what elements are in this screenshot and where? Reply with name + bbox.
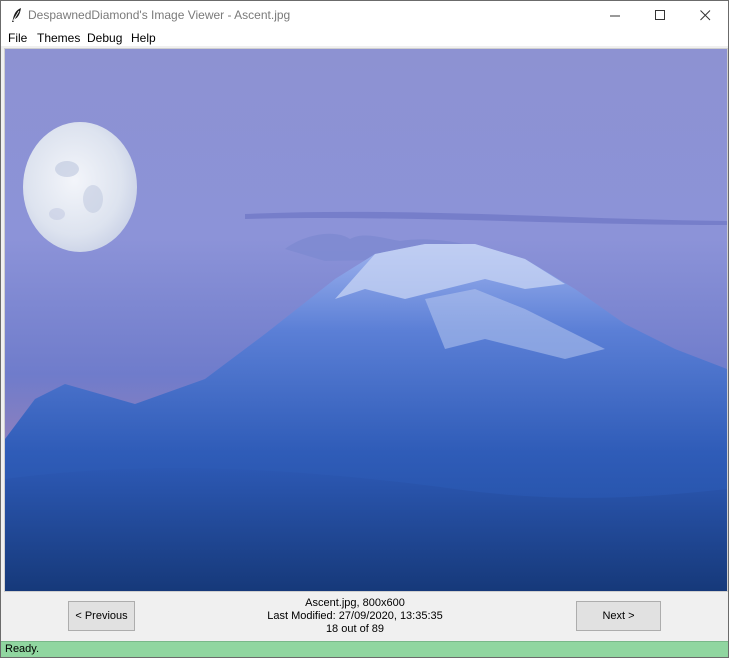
close-button[interactable]: [683, 1, 728, 30]
feather-icon: [12, 8, 21, 22]
window-title: DespawnedDiamond's Image Viewer - Ascent…: [28, 8, 291, 22]
close-icon: [700, 10, 711, 21]
image-info: Ascent.jpg, 800x600 Last Modified: 27/09…: [231, 597, 479, 636]
position-info-line: 18 out of 89: [325, 623, 385, 635]
image-viewport: [4, 48, 728, 592]
next-button[interactable]: Next >: [576, 601, 661, 631]
status-text: Ready.: [5, 643, 40, 655]
menu-debug[interactable]: Debug: [87, 31, 122, 45]
title-bar[interactable]: DespawnedDiamond's Image Viewer - Ascent…: [1, 1, 728, 30]
modified-info-line: Last Modified: 27/09/2020, 13:35:35: [267, 610, 443, 622]
status-bar: Ready.: [1, 641, 728, 657]
mountain-photo: [5, 49, 727, 591]
menu-file[interactable]: File: [8, 31, 27, 45]
file-info-line: Ascent.jpg, 800x600: [305, 597, 405, 609]
navigation-panel: < Previous Ascent.jpg, 800x600 Last Modi…: [1, 592, 728, 640]
minimize-icon: [610, 15, 620, 17]
menu-bar: File Themes Debug Help: [1, 30, 728, 46]
maximize-button[interactable]: [638, 1, 683, 30]
menu-themes[interactable]: Themes: [37, 31, 80, 45]
menu-help[interactable]: Help: [131, 31, 156, 45]
minimize-button[interactable]: [593, 1, 638, 30]
app-window: DespawnedDiamond's Image Viewer - Ascent…: [0, 0, 729, 658]
maximize-icon: [655, 10, 665, 20]
previous-button[interactable]: < Previous: [68, 601, 135, 631]
moon-icon: [23, 122, 137, 252]
